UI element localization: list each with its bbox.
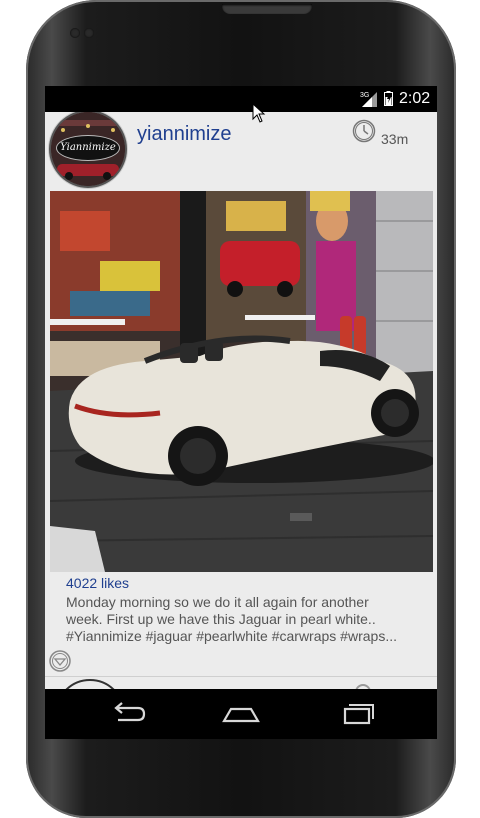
- device-frame: 3G 2:02 Yiannimize yiannimize 33m 4022 l…: [0, 0, 480, 818]
- signal-3g-icon: 3G: [360, 92, 377, 107]
- system-nav-bar: [45, 689, 437, 739]
- network-type-label: 3G: [360, 92, 369, 99]
- recents-icon[interactable]: [337, 699, 377, 729]
- avatar[interactable]: [55, 679, 125, 689]
- caption-line: Monday morning so we do it all again for…: [66, 594, 369, 610]
- avatar-logo-text: Yiannimize: [57, 136, 119, 160]
- chevron-down-icon[interactable]: [49, 650, 71, 672]
- caption-line: week. First up we have this Jaguar in pe…: [66, 611, 376, 627]
- home-icon[interactable]: [221, 699, 261, 729]
- battery-icon: [384, 91, 393, 106]
- likes-count[interactable]: 4022 likes: [66, 575, 129, 591]
- caption-line: #Yiannimize #jaguar #pearlwhite #carwrap…: [66, 628, 397, 644]
- post-caption: Monday morning so we do it all again for…: [66, 594, 426, 646]
- feed-view[interactable]: Yiannimize yiannimize 33m 4022 likes Mon…: [45, 112, 437, 689]
- post-photo[interactable]: [50, 191, 433, 572]
- post-divider: [45, 676, 437, 677]
- avatar[interactable]: Yiannimize: [51, 112, 125, 186]
- device-screen: 3G 2:02 Yiannimize yiannimize 33m 4022 l…: [45, 86, 437, 739]
- sensor-dot: [70, 28, 80, 38]
- speaker-grille: [222, 4, 312, 14]
- clock-icon: [352, 119, 376, 143]
- status-time: 2:02: [399, 90, 431, 107]
- sensor-dot: [84, 28, 94, 38]
- post-time-ago: 33m: [381, 131, 409, 147]
- status-bar: 3G 2:02: [45, 86, 437, 112]
- username-link[interactable]: yiannimize: [137, 123, 231, 146]
- back-icon[interactable]: [108, 699, 148, 729]
- jaguar-convertible-photo: [50, 191, 433, 572]
